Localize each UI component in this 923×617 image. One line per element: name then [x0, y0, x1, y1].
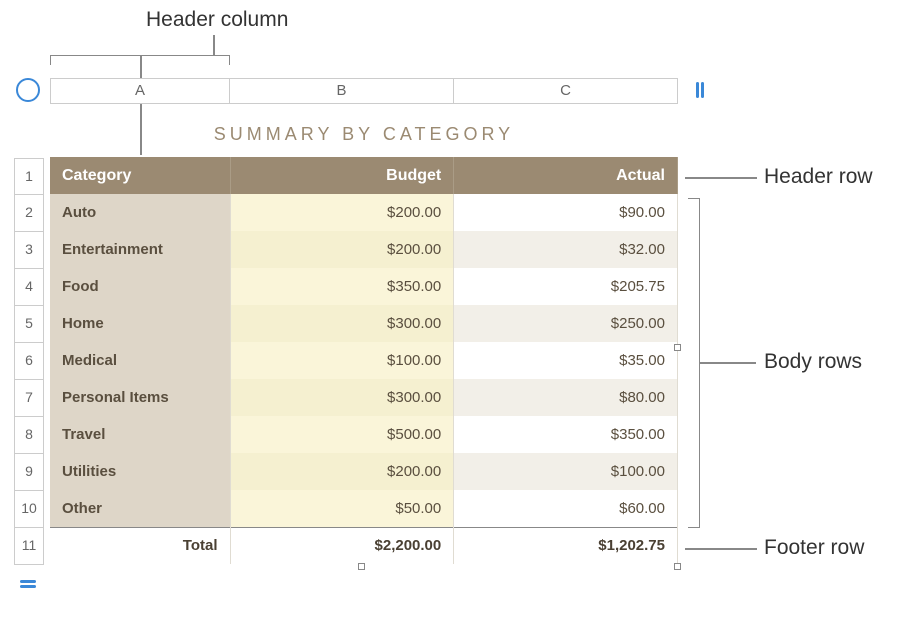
cell-actual[interactable]: $32.00 — [454, 231, 678, 268]
cell-category[interactable]: Utilities — [50, 453, 230, 490]
cell-budget[interactable]: $500.00 — [230, 416, 454, 453]
cell-actual[interactable]: $100.00 — [454, 453, 678, 490]
col-header-a[interactable]: A — [50, 78, 230, 104]
row-headers: 1 2 3 4 5 6 7 8 9 10 11 — [14, 158, 44, 565]
callout-line — [685, 177, 757, 179]
cell-actual[interactable]: $205.75 — [454, 268, 678, 305]
cell-actual[interactable]: $60.00 — [454, 490, 678, 527]
callout-header-column: Header column — [146, 8, 288, 32]
row-header[interactable]: 4 — [14, 269, 44, 306]
callout-line — [700, 362, 756, 364]
selection-handle[interactable] — [674, 344, 681, 351]
callout-header-row: Header row — [764, 165, 873, 189]
table-row: Travel $500.00 $350.00 — [50, 416, 678, 453]
spreadsheet-table: SUMMARY BY CATEGORY Category Budget Actu… — [50, 114, 678, 564]
row-header[interactable]: 5 — [14, 306, 44, 343]
row-header[interactable]: 1 — [14, 158, 44, 195]
callout-line — [213, 35, 215, 55]
table-row: Utilities $200.00 $100.00 — [50, 453, 678, 490]
callout-body-rows: Body rows — [764, 350, 862, 374]
table-row: Personal Items $300.00 $80.00 — [50, 379, 678, 416]
cell-budget[interactable]: $300.00 — [230, 305, 454, 342]
footer-row: Total $2,200.00 $1,202.75 — [50, 527, 678, 564]
row-header[interactable]: 9 — [14, 454, 44, 491]
footer-budget[interactable]: $2,200.00 — [230, 527, 454, 564]
row-header[interactable]: 6 — [14, 343, 44, 380]
header-cell-category[interactable]: Category — [50, 157, 230, 194]
cell-category[interactable]: Food — [50, 268, 230, 305]
cell-category[interactable]: Auto — [50, 194, 230, 231]
col-header-c[interactable]: C — [454, 78, 678, 104]
col-header-b[interactable]: B — [230, 78, 454, 104]
cell-budget[interactable]: $100.00 — [230, 342, 454, 379]
column-headers: A B C — [50, 78, 678, 104]
cell-category[interactable]: Entertainment — [50, 231, 230, 268]
cell-budget[interactable]: $50.00 — [230, 490, 454, 527]
callout-bracket — [688, 198, 700, 528]
header-row: Category Budget Actual — [50, 157, 678, 194]
callout-footer-row: Footer row — [764, 536, 864, 560]
footer-label[interactable]: Total — [50, 527, 230, 564]
cell-actual[interactable]: $350.00 — [454, 416, 678, 453]
cell-actual[interactable]: $250.00 — [454, 305, 678, 342]
callout-line — [685, 548, 757, 550]
cell-budget[interactable]: $300.00 — [230, 379, 454, 416]
cell-budget[interactable]: $200.00 — [230, 194, 454, 231]
row-header[interactable]: 8 — [14, 417, 44, 454]
cell-actual[interactable]: $80.00 — [454, 379, 678, 416]
cell-category[interactable]: Personal Items — [50, 379, 230, 416]
table-row: Medical $100.00 $35.00 — [50, 342, 678, 379]
cell-budget[interactable]: $200.00 — [230, 453, 454, 490]
cell-actual[interactable]: $35.00 — [454, 342, 678, 379]
cell-category[interactable]: Medical — [50, 342, 230, 379]
table-row: Entertainment $200.00 $32.00 — [50, 231, 678, 268]
table-title: SUMMARY BY CATEGORY — [50, 114, 678, 157]
cell-category[interactable]: Other — [50, 490, 230, 527]
table-row: Other $50.00 $60.00 — [50, 490, 678, 527]
cell-category[interactable]: Travel — [50, 416, 230, 453]
row-header[interactable]: 11 — [14, 528, 44, 565]
table-row: Home $300.00 $250.00 — [50, 305, 678, 342]
row-header[interactable]: 3 — [14, 232, 44, 269]
add-row-handle[interactable] — [16, 572, 40, 596]
cell-actual[interactable]: $90.00 — [454, 194, 678, 231]
footer-actual[interactable]: $1,202.75 — [454, 527, 678, 564]
cell-budget[interactable]: $200.00 — [230, 231, 454, 268]
table-row: Auto $200.00 $90.00 — [50, 194, 678, 231]
header-cell-actual[interactable]: Actual — [454, 157, 678, 194]
row-header[interactable]: 2 — [14, 195, 44, 232]
select-all-corner[interactable] — [16, 78, 40, 102]
selection-handle[interactable] — [358, 563, 365, 570]
budget-table: Category Budget Actual Auto $200.00 $90.… — [50, 157, 678, 564]
row-header[interactable]: 7 — [14, 380, 44, 417]
row-header[interactable]: 10 — [14, 491, 44, 528]
header-cell-budget[interactable]: Budget — [230, 157, 454, 194]
cell-category[interactable]: Home — [50, 305, 230, 342]
cell-budget[interactable]: $350.00 — [230, 268, 454, 305]
add-column-handle[interactable] — [688, 78, 712, 102]
selection-handle[interactable] — [674, 563, 681, 570]
table-row: Food $350.00 $205.75 — [50, 268, 678, 305]
